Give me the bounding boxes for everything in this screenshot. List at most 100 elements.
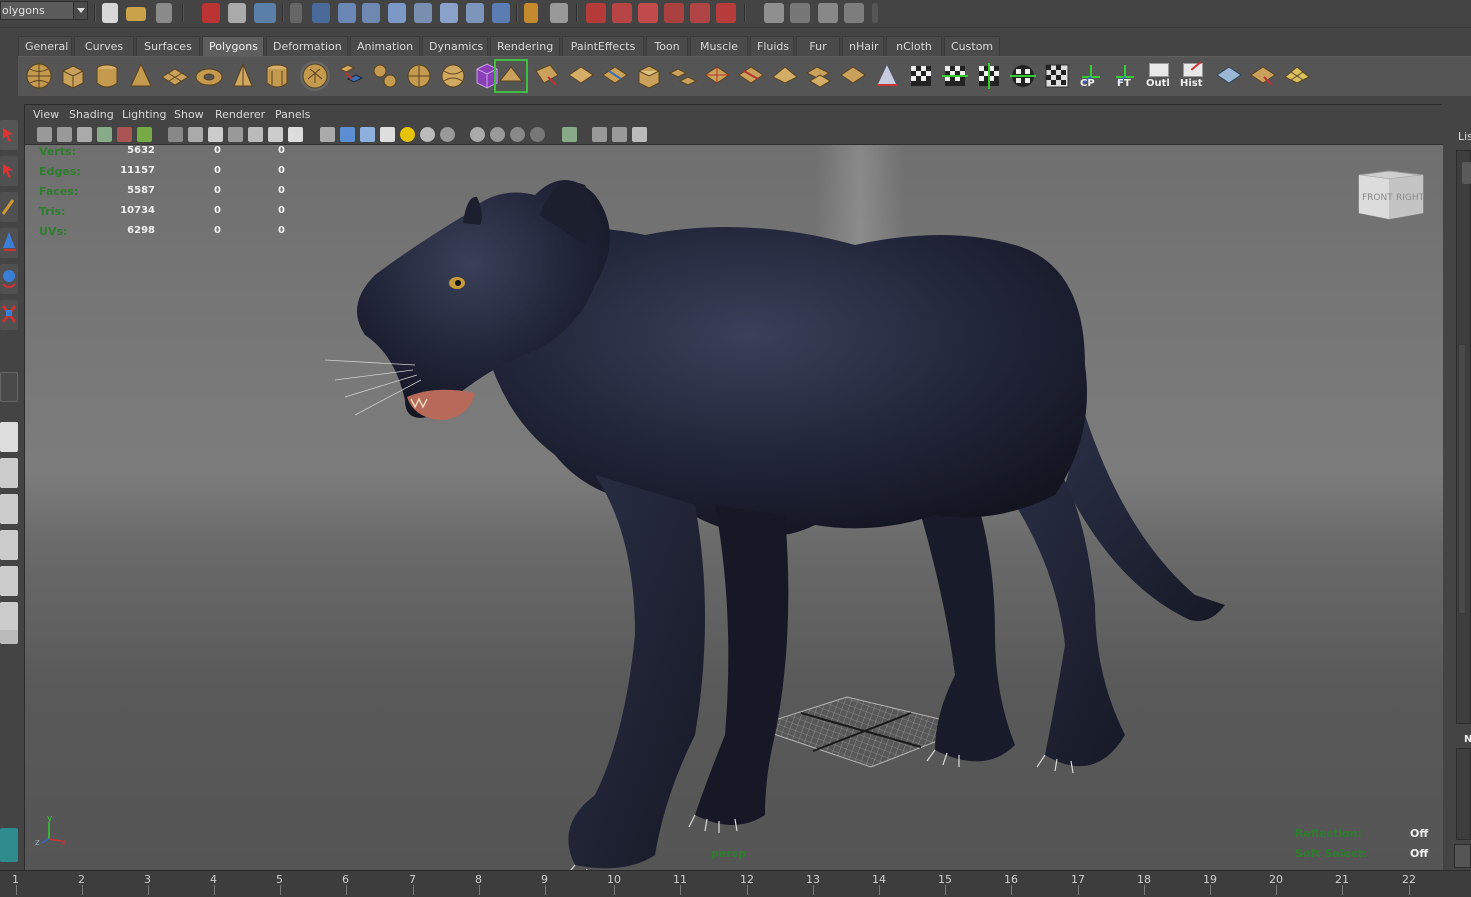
poly-pipe-icon[interactable]	[262, 61, 292, 91]
freeze-transforms-button[interactable]: FT	[1110, 61, 1140, 91]
tab-deformation[interactable]: Deformation	[266, 36, 348, 56]
scale-tool-icon[interactable]	[0, 300, 18, 330]
channel-box-button[interactable]	[1462, 162, 1471, 184]
panther-model[interactable]	[295, 175, 1255, 871]
highlight-selection-icon[interactable]	[550, 3, 568, 23]
wireframe-icon[interactable]	[320, 127, 335, 142]
poly-cylinder-icon[interactable]	[92, 61, 122, 91]
wireframe-on-shaded-icon[interactable]	[360, 127, 375, 142]
select-tool-icon[interactable]	[0, 120, 18, 150]
poly-torus-icon[interactable]	[194, 61, 224, 91]
tab-general[interactable]: General	[18, 36, 72, 56]
create-polygon-icon[interactable]	[532, 61, 562, 91]
image-plane-icon[interactable]	[117, 127, 132, 142]
smooth-icon[interactable]	[438, 61, 468, 91]
save-scene-icon[interactable]	[156, 3, 172, 23]
textured-icon[interactable]	[380, 127, 395, 142]
outliner-button[interactable]: Outl	[1144, 61, 1174, 91]
transfer-attributes-icon[interactable]	[1214, 61, 1244, 91]
help-icon[interactable]	[492, 3, 510, 23]
wedge-face-icon[interactable]	[872, 61, 902, 91]
add-divisions-icon[interactable]	[804, 61, 834, 91]
menu-show[interactable]: Show	[174, 108, 204, 121]
select-joints-icon[interactable]	[338, 3, 356, 23]
select-component-icon[interactable]	[254, 3, 276, 23]
offset-edge-loop-icon[interactable]	[770, 61, 800, 91]
poly-soccer-ball-icon[interactable]	[300, 61, 330, 91]
layout-outliner-icon[interactable]	[0, 602, 18, 632]
lock-selection-icon[interactable]	[524, 3, 538, 23]
center-pivot-button[interactable]: CP	[1076, 61, 1106, 91]
tab-polygons[interactable]: Polygons	[202, 36, 264, 56]
tab-toon[interactable]: Toon	[646, 36, 688, 56]
poly-cone-icon[interactable]	[126, 61, 156, 91]
high-quality-icon[interactable]	[440, 127, 455, 142]
spherical-mapping-icon[interactable]	[1008, 61, 1038, 91]
tab-surfaces[interactable]: Surfaces	[136, 36, 200, 56]
xray-joints-icon[interactable]	[612, 127, 627, 142]
insert-edge-loop-icon[interactable]	[736, 61, 766, 91]
construction-history-icon[interactable]	[790, 3, 810, 23]
camera-attributes-icon[interactable]	[77, 127, 92, 142]
select-object-icon[interactable]	[228, 3, 246, 23]
poly-cube-icon[interactable]	[58, 61, 88, 91]
select-deformations-icon[interactable]	[414, 3, 432, 23]
layout-extra-icon[interactable]	[0, 630, 18, 644]
render-frame-icon[interactable]	[818, 3, 838, 23]
cylindrical-mapping-icon[interactable]	[974, 61, 1004, 91]
tab-fur[interactable]: Fur	[796, 36, 840, 56]
mirror-geometry-icon[interactable]	[1248, 61, 1278, 91]
bookmarks-icon[interactable]	[97, 127, 112, 142]
select-rendering-icon[interactable]	[466, 3, 484, 23]
lock-camera-icon[interactable]	[57, 127, 72, 142]
menu-set-dropdown[interactable]: olygons	[0, 1, 88, 20]
select-curves-icon[interactable]	[362, 3, 380, 23]
tab-custom[interactable]: Custom	[944, 36, 1000, 56]
tab-muscle[interactable]: Muscle	[690, 36, 748, 56]
safe-action-icon[interactable]	[268, 127, 283, 142]
separate-icon[interactable]	[370, 61, 400, 91]
filter-menu-icon[interactable]	[290, 3, 302, 23]
anti-aliasing-icon[interactable]	[510, 127, 525, 142]
tab-nhair[interactable]: nHair	[842, 36, 884, 56]
extrude-icon[interactable]	[634, 61, 664, 91]
snap-view-plane-icon[interactable]	[664, 3, 684, 23]
combine-icon[interactable]	[336, 61, 366, 91]
gate-mask-icon[interactable]	[228, 127, 243, 142]
tab-fluids[interactable]: Fluids	[750, 36, 794, 56]
last-tool-icon[interactable]	[0, 372, 18, 402]
use-all-lights-icon[interactable]	[400, 127, 415, 142]
paint-select-tool-icon[interactable]	[0, 192, 18, 222]
tab-rendering[interactable]: Rendering	[490, 36, 560, 56]
select-camera-icon[interactable]	[37, 127, 52, 142]
xray-components-icon[interactable]	[632, 127, 647, 142]
rotate-tool-icon[interactable]	[0, 264, 18, 294]
view-cube-right[interactable]: RIGHT	[1396, 193, 1425, 203]
ipr-render-icon[interactable]	[844, 3, 864, 23]
ambient-occlusion-icon[interactable]	[470, 127, 485, 142]
snap-live-icon[interactable]	[690, 3, 710, 23]
duplicate-face-icon[interactable]	[906, 61, 936, 91]
isolate-select-icon[interactable]	[562, 127, 577, 142]
layout-single-icon[interactable]	[0, 422, 18, 452]
select-hierarchy-icon[interactable]	[202, 3, 220, 23]
layer-editor-button[interactable]	[1454, 844, 1471, 868]
split-polygon-icon[interactable]	[600, 61, 630, 91]
resolution-gate-icon[interactable]	[208, 127, 223, 142]
chevron-down-icon[interactable]	[73, 2, 87, 19]
extract-icon[interactable]	[404, 61, 434, 91]
delete-history-button[interactable]: Hist	[1178, 61, 1208, 91]
list-tab-label[interactable]: Lis	[1458, 130, 1471, 143]
bridge-icon[interactable]	[668, 61, 698, 91]
smooth-shade-icon[interactable]	[340, 127, 355, 142]
motion-blur-icon[interactable]	[490, 127, 505, 142]
depth-of-field-icon[interactable]	[530, 127, 545, 142]
grid-icon[interactable]	[168, 127, 183, 142]
snap-point-icon[interactable]	[638, 3, 658, 23]
shadows-icon[interactable]	[420, 127, 435, 142]
select-dynamics-icon[interactable]	[440, 3, 458, 23]
magnet-icon[interactable]	[716, 3, 736, 23]
menu-lighting[interactable]: Lighting	[122, 108, 166, 121]
lasso-tool-icon[interactable]	[0, 156, 18, 186]
menu-panels[interactable]: Panels	[275, 108, 310, 121]
